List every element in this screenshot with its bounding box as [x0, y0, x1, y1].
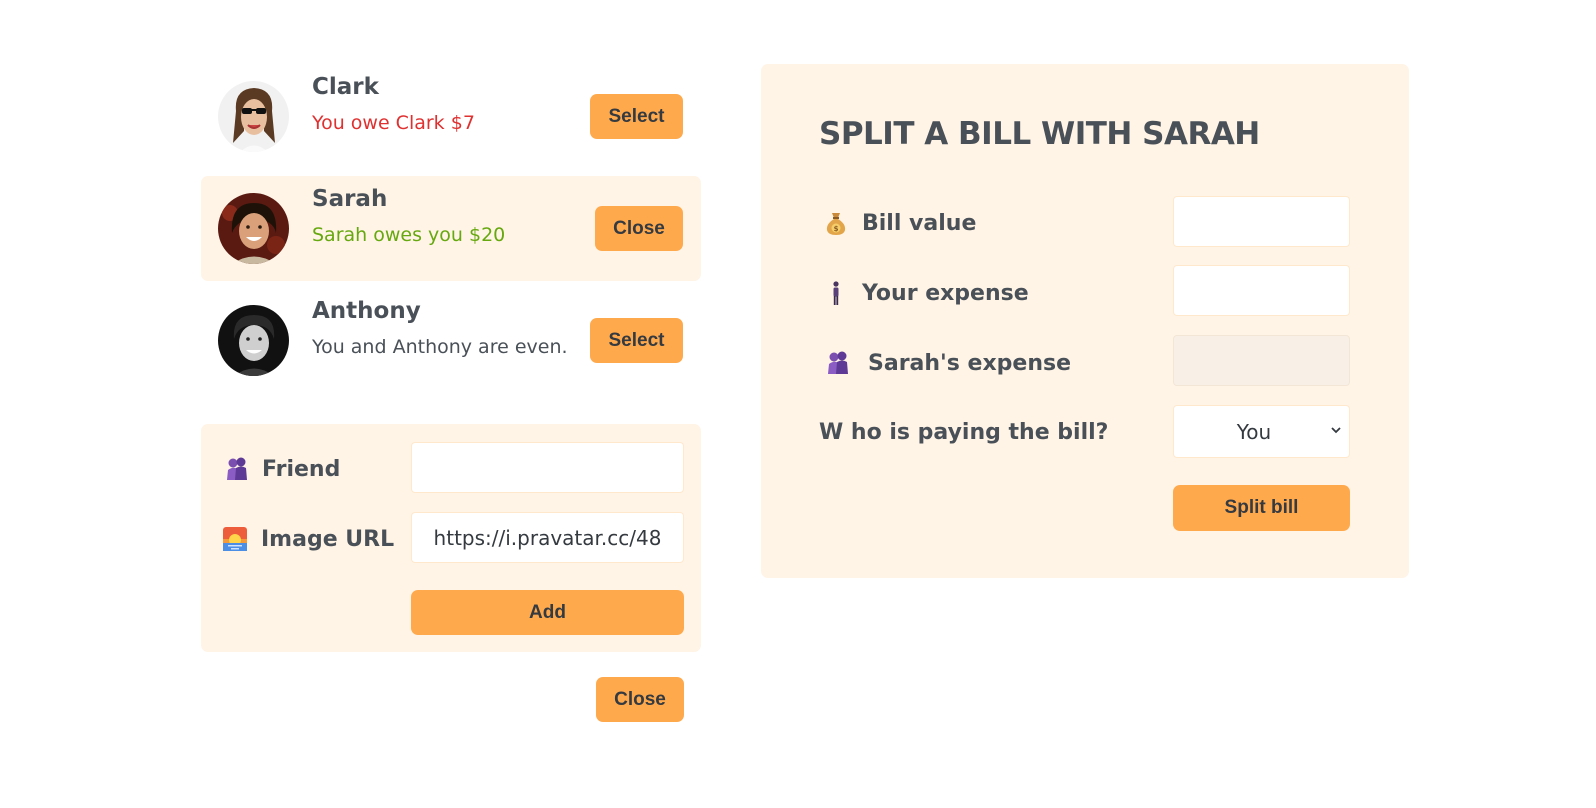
- image-url-input[interactable]: https://i.pravatar.cc/48: [411, 512, 684, 563]
- add-friend-form: Friend Image URL https://i.pravatar.cc/4…: [201, 424, 701, 652]
- people-hugging-icon: [825, 350, 851, 376]
- friend-expense-input: [1173, 335, 1350, 386]
- avatar: [218, 305, 289, 376]
- close-friend-button[interactable]: Close: [595, 206, 683, 251]
- close-form-button[interactable]: Close: [596, 677, 684, 722]
- friend-expense-label: Sarah's expense: [825, 350, 1071, 376]
- chevron-down-icon: [1331, 426, 1341, 433]
- friend-balance: Sarah owes you $20: [312, 224, 506, 246]
- friend-item-sarah: Sarah Sarah owes you $20 Close: [201, 176, 701, 281]
- friend-name-label: Friend: [224, 456, 340, 482]
- payer-label: W ho is paying the bill?: [819, 420, 1109, 445]
- payer-select[interactable]: You: [1173, 405, 1350, 458]
- split-bill-title: SPLIT A BILL WITH SARAH: [819, 116, 1260, 152]
- add-friend-button[interactable]: Add: [411, 590, 684, 635]
- your-expense-input[interactable]: [1173, 265, 1350, 316]
- bill-value-label: $ Bill value: [823, 210, 976, 236]
- people-hugging-icon: [224, 456, 250, 482]
- friend-item-clark: Clark You owe Clark $7 Select: [201, 64, 701, 169]
- friend-balance: You and Anthony are even.: [312, 336, 568, 358]
- your-expense-label: Your expense: [823, 280, 1029, 306]
- money-bag-icon: $: [823, 210, 849, 236]
- friend-name: Anthony: [312, 298, 421, 324]
- split-bill-form: SPLIT A BILL WITH SARAH $ Bill value You…: [761, 64, 1409, 578]
- friend-item-anthony: Anthony You and Anthony are even. Select: [201, 288, 701, 393]
- avatar: [218, 193, 289, 264]
- bill-value-input[interactable]: [1173, 196, 1350, 247]
- select-friend-button[interactable]: Select: [590, 94, 683, 139]
- svg-text:$: $: [834, 225, 839, 233]
- payer-selected-value: You: [1236, 419, 1272, 444]
- friend-name: Clark: [312, 74, 379, 100]
- friend-balance: You owe Clark $7: [312, 112, 475, 134]
- friend-name-input[interactable]: [411, 442, 684, 493]
- split-bill-button[interactable]: Split bill: [1173, 485, 1350, 531]
- select-friend-button[interactable]: Select: [590, 318, 683, 363]
- avatar: [218, 81, 289, 152]
- friend-name: Sarah: [312, 186, 388, 212]
- eat-n-split-app: Clark You owe Clark $7 Select Sarah Sara…: [0, 0, 1596, 808]
- sunrise-image-icon: [222, 526, 248, 552]
- image-url-label: Image URL: [222, 526, 394, 552]
- person-standing-icon: [823, 280, 849, 306]
